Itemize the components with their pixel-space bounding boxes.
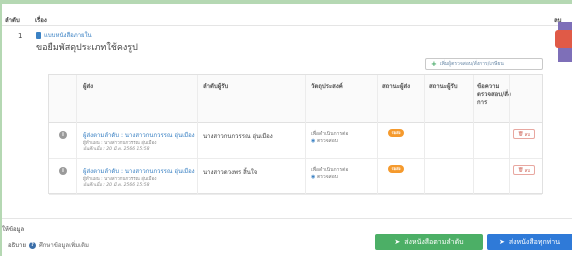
info-icon[interactable]: i [59,131,67,139]
send-in-order-button[interactable]: ➤ ส่งหนังสือตามลำดับ [375,234,483,250]
help-note[interactable]: ศึกษาข้อมูลเพิ่มเติม [39,240,89,250]
footer-label: ให้ข้อมูล [2,226,25,233]
column-receiver-status: สถานะผู้รับ [429,83,458,90]
document-title: ขอยืมพัสดุประเภทใช้คงรูป [36,43,138,53]
question-icon[interactable]: ? [28,241,36,249]
list-header: ลำดับ เรื่อง ลบ [2,10,572,26]
table-row: i ผู้ส่งตามลำดับ : นางสาวกนกวรรณ อุ่นเมื… [49,159,542,195]
sender-date: บันทึกเมื่อ : 20 มี.ค. 2566 15:58 [83,147,150,152]
delete-document-button[interactable] [555,30,572,48]
purpose: เพื่อดำเนินการต่อ ◉ ตรวจสอบ [311,167,348,181]
status-badge: รอส่ง [388,165,404,173]
row-number: 1 [18,32,23,40]
column-receiver: ลำดับผู้รับ [203,83,229,90]
send-arrow-icon: ➤ [394,238,401,246]
add-reviewer-label: เพิ่มผู้ตรวจสอบ/สั่งการ/เกษียน [439,61,504,67]
column-sender: ผู้ส่ง [83,83,94,90]
header-order: ลำดับ [5,17,20,24]
table-header: ผู้ส่ง ลำดับผู้รับ วัตถุประสงค์ สถานะผู้… [49,75,542,123]
column-review-note: ข้อความตรวจสอบ/สั่งการ [477,83,511,106]
receiver-name: นางสาวกนกวรรณ อุ่นเมือง [203,133,273,140]
send-to-all-label: ส่งหนังสือทุกท่าน [508,237,561,246]
remove-row-button[interactable]: 🗑 ลบ [513,165,535,175]
remove-row-button[interactable]: 🗑 ลบ [513,129,535,139]
bullet-icon: ◉ [311,174,316,180]
footer-divider [2,218,572,219]
header-subject: เรื่อง [35,17,47,24]
receiver-name: นางสาวดวงพร สิ้นใจ [203,169,258,176]
remove-row-label: ลบ [524,132,531,138]
footer-help: อธิบาย ? ศึกษาข้อมูลเพิ่มเติม [8,240,89,250]
column-sender-status: สถานะผู้ส่ง [382,83,411,90]
table-row: i ผู้ส่งตามลำดับ : นางสาวกนกวรรณ อุ่นเมื… [49,123,542,159]
send-to-all-button[interactable]: ➤ ส่งหนังสือทุกท่าน [487,234,572,250]
trash-icon: 🗑 [517,167,524,173]
remove-row-label: ลบ [524,168,531,174]
plus-icon: + [431,60,437,68]
send-arrow-icon: ➤ [498,238,505,246]
bullet-icon: ◉ [311,138,316,144]
purpose-line: เพื่อดำเนินการต่อ [311,167,349,173]
document-type-link[interactable]: แบบหนังสือภายใน [36,30,92,40]
status-badge: รอส่ง [388,129,404,137]
sender-date: บันทึกเมื่อ : 20 มี.ค. 2566 15:58 [83,183,150,188]
column-purpose: วัตถุประสงค์ [311,83,343,90]
file-icon [36,31,41,39]
explain-label: อธิบาย [8,242,26,249]
trash-icon: 🗑 [517,131,524,137]
send-in-order-label: ส่งหนังสือตามลำดับ [404,237,464,246]
purpose-line: เพื่อดำเนินการต่อ [311,131,349,137]
info-icon[interactable]: i [59,167,67,175]
purpose: เพื่อดำเนินการต่อ ◉ ตรวจสอบ [311,131,348,145]
purpose-line: ตรวจสอบ [316,174,338,180]
routing-table: ผู้ส่ง ลำดับผู้รับ วัตถุประสงค์ สถานะผู้… [48,74,543,195]
purpose-line: ตรวจสอบ [316,138,338,144]
add-reviewer-button[interactable]: + เพิ่มผู้ตรวจสอบ/สั่งการ/เกษียน [425,58,543,70]
document-type-label: แบบหนังสือภายใน [44,32,92,39]
